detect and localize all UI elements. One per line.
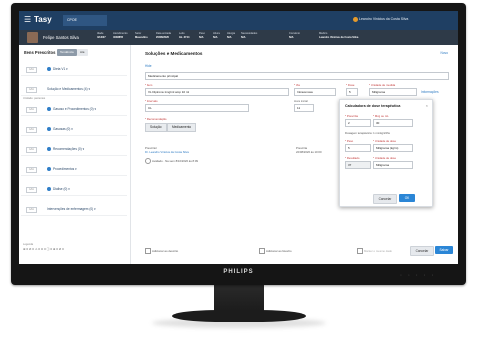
dose-input[interactable]: 5 — [346, 88, 358, 96]
dose-calculator-dialog: Calculadora de dose terapêutica × * Pres… — [339, 99, 433, 207]
info-link[interactable]: Informações — [421, 90, 439, 94]
until-toggle[interactable]: Até — [77, 49, 88, 56]
medication-chip[interactable]: Medicamento — [167, 123, 197, 132]
dlg-mcg-input[interactable]: 30 — [373, 119, 413, 127]
monitor-buttons: ▫ ▫ ▫ ▫ ▫ — [400, 273, 436, 277]
patient-field: Altura N/A — [213, 32, 220, 39]
patient-field: Atendimento 4038855 — [113, 32, 128, 39]
patient-field: Idade 4/13/27 — [97, 32, 106, 39]
patient-field: Convênio N/A — [289, 32, 300, 39]
monitor-stand-base — [172, 310, 306, 322]
list-item[interactable]: 1/11 Gasosas (0) ▾ — [21, 123, 127, 136]
dlg-weight-input[interactable]: 5 — [345, 144, 371, 152]
status-dot-icon — [47, 107, 51, 111]
dlg-prescribed-input[interactable]: 2 — [345, 119, 371, 127]
list-item[interactable]: 1/11 Procedimentos ▾ — [21, 163, 127, 176]
unit-label: * Unidade de medida — [369, 83, 396, 87]
hide-link[interactable]: Hide — [145, 64, 152, 68]
tendency-toggle[interactable]: Tendência — [57, 49, 77, 56]
dlg-mcg-label: * Mcg ou mL — [373, 114, 389, 118]
keep-data-label: Manter o mesmo dado — [364, 249, 392, 253]
dlg-prescribed-label: * Prescrita — [345, 114, 358, 118]
patient-field: Peso N/A — [199, 32, 205, 39]
dlg-therapeutic-note: Dosagem terapêutica: 1 mL/kg/24hs — [345, 131, 390, 135]
patient-photo — [27, 32, 38, 43]
menu-icon[interactable]: ☰ — [24, 15, 31, 24]
dlg-result-label: * Resultado — [345, 156, 360, 160]
app-title: Tasy — [34, 15, 52, 24]
patient-name: Felipe Santos Silva — [43, 35, 79, 40]
screen: ☰ Tasy CPOE Leandro Vinicius da Costa Si… — [19, 11, 458, 264]
interval-input[interactable]: CL — [145, 104, 249, 112]
status-text: Avaliado · Na sem 8/10/2020 às 8:09 — [152, 159, 198, 163]
tab-cpoe[interactable]: CPOE — [63, 15, 107, 26]
dlg-result-unit-select[interactable]: Miligrama — [373, 161, 413, 169]
patient-field: Setor Mascullno — [135, 32, 148, 39]
item-input[interactable]: VL Dipirona 1mg/ml amp 10 ml — [145, 88, 289, 96]
user-name[interactable]: Leandro Vinicius da Costa Silva — [359, 17, 408, 21]
list-item[interactable]: 1/11 Intervenções de enfermagem (0) ▾ — [21, 203, 127, 216]
patient-field: Médico Leandro Vinicius da Costa Silva — [319, 32, 359, 39]
prescriber-value[interactable]: Dr. Leandro Vinicius da Costa Silva — [145, 150, 189, 154]
dlg-dose-unit-label: * Unidade de dose — [373, 139, 397, 143]
dlg-result-unit-label: * Unidade de dose — [373, 156, 397, 160]
legend-icons: ⊕ 0 ⊘ 0 ⚠ 0 ⊙ 0 ⓘ 0 ⊕ 0 ⊘ 0 — [23, 247, 64, 251]
new-link[interactable]: Novo — [441, 51, 448, 55]
list-item[interactable]: 1/11 Recomendações (0) ▾ — [21, 143, 127, 156]
patient-field: Data entrada 20/08/2020 — [156, 32, 171, 39]
solution-chip[interactable]: Solução — [145, 123, 167, 132]
patient-header: Felipe Santos Silva Idade 4/13/27 Atendim… — [19, 30, 458, 45]
dialog-title: Calculadora de dose terapêutica — [345, 104, 401, 108]
main-content: Soluções e Medicamentos Novo Hide Medica… — [131, 45, 458, 264]
dlg-cancel-button[interactable]: Cancelar — [373, 194, 397, 204]
close-icon[interactable]: × — [426, 103, 428, 108]
recommendation-label: * Recomendação — [145, 117, 167, 121]
route-select[interactable]: Intravenosa — [294, 88, 336, 96]
status-dot-icon — [47, 187, 51, 191]
start-hour-input[interactable]: 11 — [294, 104, 314, 112]
route-label: * Via — [294, 83, 300, 87]
add-favorite-checkbox[interactable] — [259, 248, 265, 254]
status-dot-icon — [47, 147, 51, 151]
main-medication-select[interactable]: Medicamento principal — [145, 72, 449, 80]
add-favorite-label: Adicionar ao favorito — [266, 249, 292, 253]
add-description-label: Adicionar ao descrito — [152, 249, 179, 253]
patient-field: Alergia N/A — [227, 32, 236, 39]
prescribed-items-panel: Itens Prescritos Tendência Até 1/11 Dieta… — [19, 45, 131, 264]
keep-data-checkbox[interactable] — [357, 248, 363, 254]
unit-note: Unidade: pacientes — [23, 97, 46, 100]
status-dot-icon — [47, 167, 51, 171]
list-item[interactable]: 1/11 Solução e Medicamentos (4) ▾ — [21, 83, 127, 96]
save-button[interactable]: Salvar — [435, 246, 453, 254]
item-label: * Item — [145, 83, 153, 87]
status-dot-icon — [47, 67, 51, 71]
status-radio[interactable] — [145, 158, 151, 164]
panel-title: Itens Prescritos — [24, 50, 56, 55]
list-item[interactable]: 1/11 Dieta V1 ▾ — [21, 63, 127, 76]
list-item[interactable]: 1/11 Gasoso e Procedimentos (0) ▾ — [21, 103, 127, 116]
app-topbar: ☰ Tasy CPOE Leandro Vinicius da Costa Si… — [19, 11, 458, 30]
dlg-ok-button[interactable]: OK — [399, 194, 415, 202]
list-item[interactable]: 1/11 Dialise (0) ▾ — [21, 183, 127, 196]
monitor-brand: PHILIPS — [223, 269, 254, 275]
user-avatar[interactable] — [353, 17, 358, 22]
monitor: ☰ Tasy CPOE Leandro Vinicius da Costa Si… — [11, 3, 466, 285]
dlg-dose-unit-select[interactable]: Miligrama (kg/m) — [373, 144, 413, 152]
section-title: Soluções e Medicamentos — [145, 51, 203, 56]
interval-label: * Intervalo — [145, 99, 158, 103]
dose-label: * Dose — [346, 83, 355, 87]
unit-select[interactable]: Miligrama — [369, 88, 417, 96]
dlg-result-output: 37 — [345, 161, 371, 169]
cancel-button[interactable]: Cancelar — [410, 246, 434, 256]
dlg-weight-label: * Peso — [345, 139, 354, 143]
patient-field: Leito Int. 3744 — [179, 32, 190, 39]
start-hour-label: Hora inicial — [294, 99, 308, 103]
status-dot-icon — [47, 127, 51, 131]
prescribed-value: 22/08/2020 às 10:00 — [296, 150, 322, 154]
legend-label: Legenda — [23, 243, 34, 246]
add-description-checkbox[interactable] — [145, 248, 151, 254]
patient-field: Necessidades N/A — [241, 32, 258, 39]
